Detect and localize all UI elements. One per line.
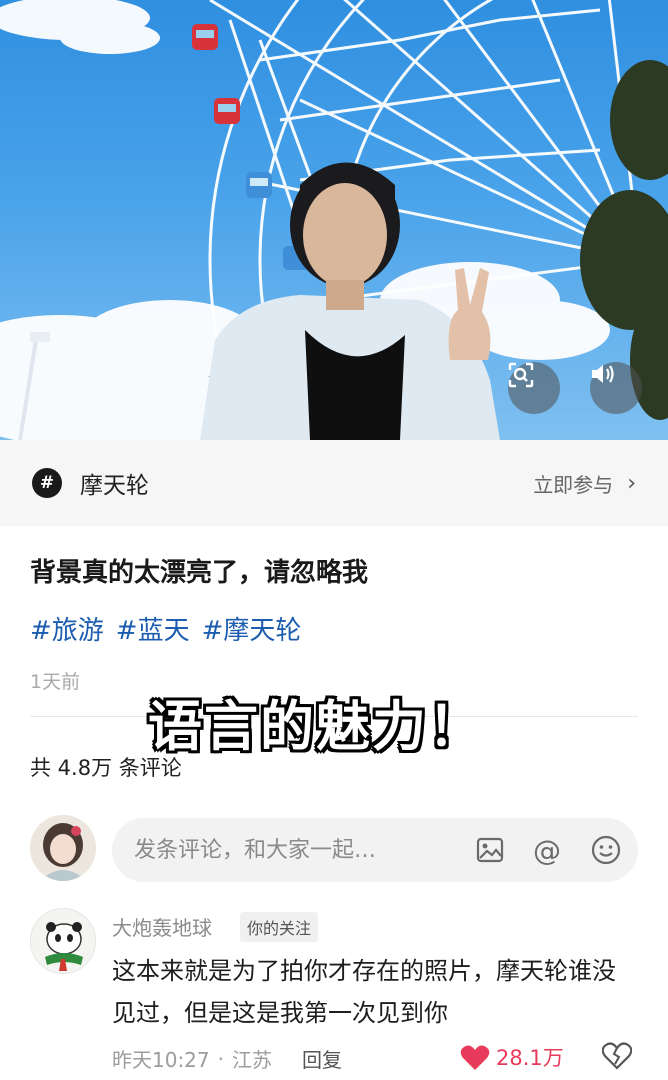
comment-input[interactable] [134,837,454,863]
post-title: 背景真的太漂亮了，请忽略我 [30,558,369,588]
speaker-icon [592,365,614,383]
comment-location: 江苏 [232,1048,272,1072]
heart-icon [460,1045,490,1070]
comment-text: 这本来就是为了拍你才存在的照片，摩天轮谁没见过，但是这是我第一次见到你 [112,957,616,1027]
chevron-right-icon: › [627,470,636,496]
visual-search-button[interactable] [508,362,560,414]
emoji-icon[interactable] [590,834,622,866]
hashtag-icon: # [32,468,62,498]
image-icon[interactable] [474,834,506,866]
dislike-button[interactable] [601,1042,633,1074]
tag-link[interactable]: #蓝天 [116,610,190,647]
post-time: 1天前 [30,671,81,693]
like-button[interactable]: 28.1万 [460,1042,564,1072]
comment-time: 昨天10:27 [112,1048,210,1072]
my-avatar[interactable] [30,815,96,881]
panda-avatar [31,909,95,973]
photo-scene [0,0,668,440]
commenter-avatar[interactable] [30,908,96,974]
meta-separator: · [217,1046,224,1071]
sound-toggle-button[interactable] [590,362,642,414]
post-photo[interactable] [0,0,668,440]
tag-link[interactable]: #旅游 [30,610,104,647]
following-badge: 你的关注 [240,912,319,942]
reply-button[interactable]: 回复 [302,1044,342,1073]
tag-link[interactable]: #摩天轮 [202,610,302,647]
commenter-username[interactable]: 大炮轰地球 [112,912,212,941]
broken-heart-icon [601,1042,633,1070]
topic-name: 摩天轮 [80,473,149,499]
topic-bar[interactable]: # 摩天轮 立即参与 › [0,440,668,526]
avatar-image [30,815,96,881]
join-topic-label: 立即参与 [533,472,614,497]
like-count: 28.1万 [496,1046,564,1070]
join-topic-button[interactable]: 立即参与 › [533,469,636,498]
overlay-caption: 语言的魅力！ [148,695,484,758]
scan-icon [508,362,534,388]
comment-meta: 昨天10:27 · 江苏 回复 [112,1044,342,1073]
post-tags: #旅游 #蓝天 #摩天轮 [30,610,301,647]
comment-input-box[interactable]: @ [112,818,638,882]
at-icon[interactable]: @ [531,834,563,867]
